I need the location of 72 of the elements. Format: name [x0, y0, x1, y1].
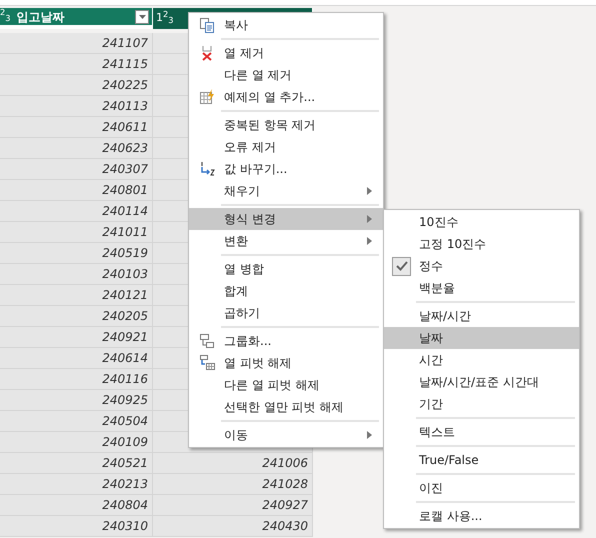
- submenu-arrow-icon: [367, 187, 372, 195]
- menu-item[interactable]: 날짜: [384, 327, 579, 349]
- submenu-arrow-icon: [367, 431, 372, 439]
- replace-values-icon: [198, 161, 214, 177]
- table-cell: 240519: [0, 243, 153, 263]
- table-cell: 240430: [153, 516, 313, 536]
- table-cell: 241115: [0, 54, 153, 74]
- menu-item[interactable]: 날짜/시간: [384, 305, 579, 327]
- table-cell: 240213: [0, 474, 153, 494]
- check-icon: [392, 256, 411, 276]
- menu-item[interactable]: 오류 제거: [189, 136, 383, 158]
- menu-item[interactable]: 열 병합: [189, 258, 383, 280]
- menu-item[interactable]: 값 바꾸기...: [189, 158, 383, 180]
- menu-item[interactable]: 시간: [384, 349, 579, 371]
- menu-item[interactable]: 열 피벗 해제: [189, 352, 383, 374]
- caret-icon: [138, 14, 146, 18]
- table-cell: 240114: [0, 201, 153, 221]
- table-cell: 240614: [0, 348, 153, 368]
- table-cell: 240521: [0, 453, 153, 473]
- group-by-icon: [198, 333, 214, 349]
- menu-item[interactable]: 다른 열 제거: [189, 64, 383, 86]
- table-cell: 240121: [0, 285, 153, 305]
- menu-item[interactable]: 채우기: [189, 180, 383, 202]
- menu-item[interactable]: 곱하기: [189, 302, 383, 324]
- table-cell: 241006: [153, 453, 313, 473]
- table-cell: 240623: [0, 138, 153, 158]
- column-title: 입고날짜: [16, 8, 66, 26]
- menu-item[interactable]: 10진수: [384, 211, 579, 233]
- table-cell: 240103: [0, 264, 153, 284]
- table-cell: 240310: [0, 516, 153, 536]
- menu-item[interactable]: 로캘 사용...: [384, 505, 579, 527]
- menu-item[interactable]: 정수: [384, 255, 579, 277]
- menu-item[interactable]: 다른 열 피벗 해제: [189, 374, 383, 396]
- table-cell: 241107: [0, 33, 153, 53]
- menu-item[interactable]: 텍스트: [384, 421, 579, 443]
- table-cell: 240925: [0, 390, 153, 410]
- menu-item[interactable]: True/False: [384, 449, 579, 471]
- table-cell: 240116: [0, 369, 153, 389]
- menu-item[interactable]: 고정 10진수: [384, 233, 579, 255]
- table-cell: 240804: [0, 495, 153, 515]
- menu-item[interactable]: 형식 변경: [189, 208, 383, 230]
- table-cell: 241028: [153, 474, 313, 494]
- copy-icon: [198, 17, 214, 33]
- menu-item[interactable]: 날짜/시간/표준 시간대: [384, 371, 579, 393]
- menu-item[interactable]: 합계: [189, 280, 383, 302]
- table-cell: 240113: [0, 96, 153, 116]
- table-cell: 240109: [0, 432, 153, 452]
- table-cell: 241011: [0, 222, 153, 242]
- menu-item[interactable]: 열 제거: [189, 42, 383, 64]
- submenu-arrow-icon: [367, 237, 372, 245]
- table-cell: 240504: [0, 411, 153, 431]
- filter-dropdown[interactable]: [135, 10, 149, 24]
- menu-item[interactable]: 변환: [189, 230, 383, 252]
- menu-item[interactable]: 이진: [384, 477, 579, 499]
- menu-item[interactable]: 이동: [189, 424, 383, 446]
- menu-item[interactable]: 백분율: [384, 277, 579, 299]
- menu-item[interactable]: 그룹화...: [189, 330, 383, 352]
- menu-item[interactable]: 기간: [384, 393, 579, 415]
- table-cell: 240927: [153, 495, 313, 515]
- menu-item[interactable]: 선택한 열만 피벗 해제: [189, 396, 383, 418]
- table-cell: 240921: [0, 327, 153, 347]
- menu-item[interactable]: 중복된 항목 제거: [189, 114, 383, 136]
- table-lightning-icon: [198, 89, 214, 105]
- table-cell: 240801: [0, 180, 153, 200]
- table-cell: 240225: [0, 75, 153, 95]
- unpivot-icon: [198, 355, 214, 371]
- table-cell: 240205: [0, 306, 153, 326]
- menu-item[interactable]: 예제의 열 추가...: [189, 86, 383, 108]
- table-cell: 240611: [0, 117, 153, 137]
- table-cell: 240307: [0, 159, 153, 179]
- submenu-arrow-icon: [367, 215, 372, 223]
- menu-item[interactable]: 복사: [189, 14, 383, 36]
